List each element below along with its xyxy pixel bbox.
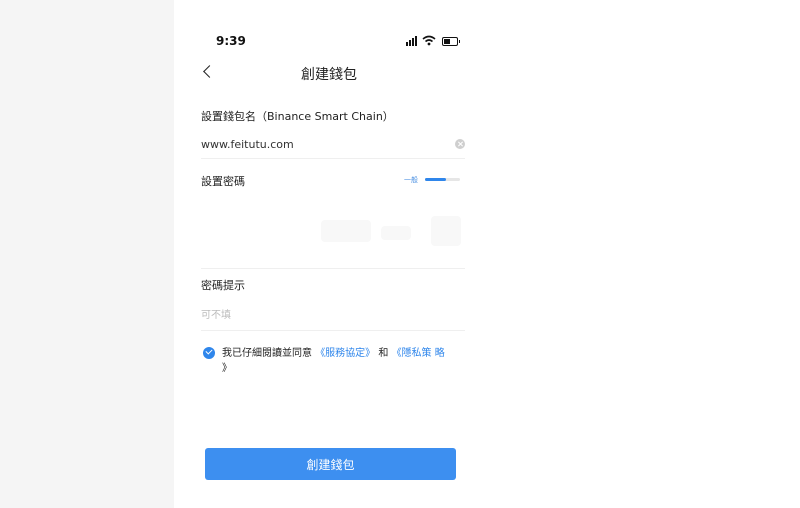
agreement-and: 和	[378, 348, 392, 359]
privacy-policy-link-end[interactable]: 略	[435, 348, 445, 359]
password-strength-label: 一般	[404, 176, 418, 184]
left-background	[0, 0, 174, 508]
status-time: 9:39	[216, 34, 246, 48]
agreement-text: 我已仔細閱讀並同意 《服務協定》 和 《隱私策 略 》	[222, 346, 450, 376]
agreement-prefix: 我已仔細閱讀並同意	[222, 348, 312, 359]
password-input-area[interactable]	[201, 196, 465, 266]
clear-input-icon[interactable]	[455, 139, 465, 149]
wallet-name-label: 設置錢包名（Binance Smart Chain）	[201, 110, 394, 123]
battery-icon	[442, 37, 460, 46]
privacy-policy-link-start[interactable]: 《隱私策	[392, 348, 432, 359]
divider	[201, 268, 465, 269]
blurred-region	[381, 226, 411, 240]
create-wallet-button[interactable]: 創建錢包	[205, 448, 456, 480]
password-strength-bar	[425, 178, 460, 181]
status-icons	[406, 35, 460, 47]
divider	[201, 330, 465, 331]
blurred-region	[321, 220, 371, 242]
wifi-icon	[422, 35, 436, 46]
password-hint-input[interactable]	[201, 307, 465, 323]
hint-label: 密碼提示	[201, 279, 245, 292]
page-title: 創建錢包	[301, 67, 357, 83]
divider	[201, 158, 465, 159]
phone-screen: 9:39 創建錢包 設置錢包名（Binance Smart Chain） 設置密…	[174, 0, 484, 508]
password-label: 設置密碼	[201, 175, 245, 188]
wallet-name-input[interactable]	[201, 136, 465, 152]
agreement-suffix: 》	[222, 363, 232, 374]
agree-checkbox[interactable]	[203, 347, 215, 359]
blurred-region	[431, 216, 461, 246]
password-strength-fill	[425, 178, 446, 181]
service-agreement-link[interactable]: 《服務協定》	[315, 348, 375, 359]
